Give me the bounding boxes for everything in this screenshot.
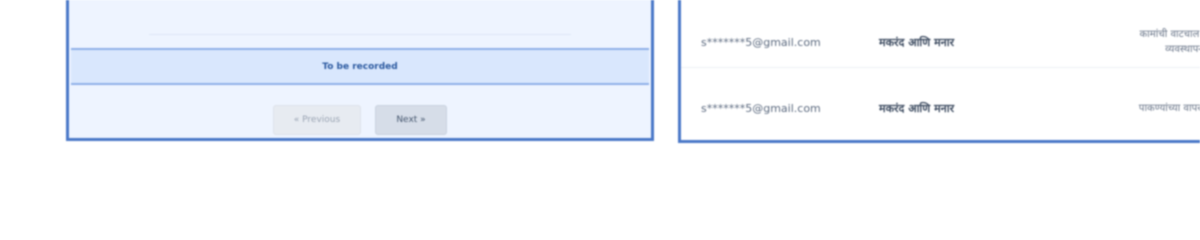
- status-text: To be recorded: [322, 61, 398, 72]
- status-row: To be recorded: [71, 48, 649, 85]
- pagination: « Previous Next »: [69, 105, 651, 135]
- location-cell: मकरंद आणि मनार: [879, 101, 955, 115]
- table-row[interactable]: s*******5@gmail.com मकरंद आणि मनार पाकण्…: [681, 83, 1200, 133]
- feedback-table-panel: s*******5@gmail.com मकरंद आणि मनार कामां…: [678, 0, 1200, 143]
- recording-list-panel: To be recorded « Previous Next »: [66, 0, 654, 141]
- next-page-button[interactable]: Next »: [375, 105, 447, 135]
- screen: To be recorded « Previous Next » s******…: [0, 0, 1200, 200]
- next-page-label: Next »: [396, 115, 426, 125]
- location-cell: मकरंद आणि मनार: [879, 35, 955, 49]
- row-divider: [149, 34, 571, 35]
- table-row[interactable]: s*******5@gmail.com मकरंद आणि मनार कामां…: [681, 17, 1200, 68]
- email-cell: s*******5@gmail.com: [701, 101, 821, 115]
- comment-line: पाकण्यांच्या वापरावर काम: [1138, 102, 1200, 114]
- email-cell: s*******5@gmail.com: [701, 35, 821, 49]
- previous-page-label: « Previous: [293, 115, 341, 125]
- list-previous-row: [69, 0, 651, 49]
- comment-cell: कामांची वाटचाल बंद काम व्यवस्थापन कार्य …: [1023, 27, 1200, 57]
- comment-line: कामांची वाटचाल बंद काम: [1139, 29, 1200, 40]
- comment-cell: पाकण्यांच्या वापरावर काम: [1023, 101, 1200, 116]
- previous-page-button[interactable]: « Previous: [273, 105, 361, 135]
- comment-line: व्यवस्थापन कार्य सु: [1165, 44, 1200, 55]
